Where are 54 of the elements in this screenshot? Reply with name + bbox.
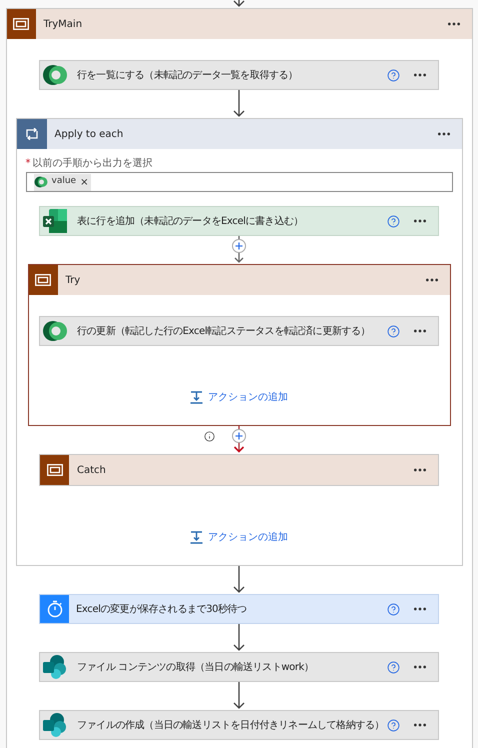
action-card[interactable]: ファイルの作成（当日の輸送リストを日付付きリネームして格納する） [39,710,439,740]
action-title: ファイル コンテンツの取得（当日の輸送リストwork） [77,660,315,674]
spreadsheet-logo-icon [42,208,68,234]
dataverse-logo-icon [42,318,68,344]
required-marker: * [26,158,30,170]
token-chip[interactable]: value × [34,174,92,190]
action-title: ファイルの作成（当日の輸送リストを日付付きリネームして格納する） [77,718,386,732]
help-icon[interactable] [387,660,400,674]
info-icon[interactable] [204,431,215,442]
add-action-icon [190,391,203,404]
add-action-link[interactable]: アクションの追加 [190,530,288,545]
scope-title: Apply to each [54,128,124,142]
add-step-button[interactable] [232,429,246,443]
field-label: * 以前の手順から出力を選択 [26,158,154,170]
flow-arrow [233,566,245,594]
action-title: 行を一覧にする（未転記のデータ一覧を取得する） [77,68,299,82]
sharepoint-logo-icon [42,712,68,738]
action-title: 表に行を追加（未転記のデータをExcelに書き込む） [77,214,304,228]
action-card[interactable]: 表に行を追加（未転記のデータをExcelに書き込む） [39,206,439,236]
flow-arrow [233,682,245,710]
add-step-button[interactable] [232,239,246,253]
action-title: Excelの変更が保存されるまで30秒待つ [76,602,248,616]
help-icon[interactable] [387,68,400,82]
scope-header[interactable]: TryMain [6,9,472,39]
action-card[interactable]: 行を一覧にする（未転記のデータ一覧を取得する） [39,60,439,90]
help-icon[interactable] [387,214,400,228]
add-action-icon [190,531,203,544]
dataverse-logo-icon [42,62,68,88]
help-icon[interactable] [387,602,400,616]
stopwatch-icon [46,600,62,618]
loop-header[interactable]: Apply to each [16,119,462,149]
dataverse-logo-icon [34,175,48,189]
token-label: value [52,175,76,188]
action-card[interactable]: 行の更新（転記した行のExcel転記ステータスを転記済に更新する） [39,316,439,346]
scope-icon [46,464,62,476]
flow-arrow [233,624,245,652]
flow-arrow [233,90,245,118]
scope-icon [13,18,29,30]
scope-title: Try [66,274,82,288]
scope-title: Catch [77,464,107,478]
action-card[interactable]: ファイル コンテンツの取得（当日の輸送リストwork） [39,652,439,682]
scope-icon [35,274,51,286]
scope-title: TryMain [44,18,84,32]
action-title: 行の更新（転記した行のExcel転記ステータスを転記済に更新する） [77,324,372,338]
scope-header[interactable]: Try [28,265,450,295]
remove-token[interactable]: × [80,174,88,190]
add-action-link[interactable]: アクションの追加 [190,390,288,405]
action-card[interactable]: Excelの変更が保存されるまで30秒待つ [39,594,439,624]
loop-icon [24,128,40,140]
sharepoint-logo-icon [42,654,68,680]
help-icon[interactable] [387,324,400,338]
help-icon[interactable] [387,718,400,732]
scope-header[interactable]: Catch [40,455,438,485]
input-field[interactable]: value × [26,172,452,192]
